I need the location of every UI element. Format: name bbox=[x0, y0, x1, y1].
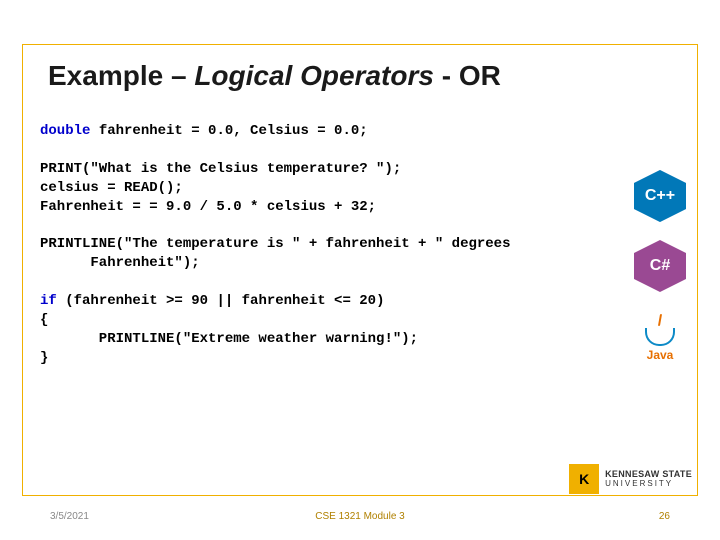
footer-page: 26 bbox=[659, 511, 670, 522]
code-l8: PRINTLINE("Extreme weather warning!"); bbox=[40, 331, 418, 347]
footer-date: 3/5/2021 bbox=[50, 511, 89, 522]
code-l9: } bbox=[40, 350, 48, 366]
footer: 3/5/2021 CSE 1321 Module 3 26 bbox=[0, 511, 720, 522]
java-cup bbox=[645, 328, 675, 346]
code-block: double fahrenheit = 0.0, Celsius = 0.0; … bbox=[40, 122, 680, 368]
code-l5b: Fahrenheit"); bbox=[40, 255, 200, 271]
title-part3: - OR bbox=[442, 60, 501, 91]
language-icons: C++ C# Java bbox=[630, 170, 690, 366]
title-part1: Example – bbox=[48, 60, 194, 91]
ksu-mark: K bbox=[569, 464, 599, 494]
java-steam bbox=[658, 314, 662, 326]
code-l4: Fahrenheit = = 9.0 / 5.0 * celsius + 32; bbox=[40, 199, 376, 215]
code-l6: (fahrenheit >= 90 || fahrenheit <= 20) bbox=[57, 293, 385, 309]
slide-title: Example – Logical Operators - OR bbox=[48, 60, 680, 92]
code-l2: PRINT("What is the Celsius temperature? … bbox=[40, 161, 401, 177]
footer-center: CSE 1321 Module 3 bbox=[315, 511, 405, 522]
code-l7: { bbox=[40, 312, 48, 328]
title-italic: Logical Operators bbox=[194, 60, 441, 91]
java-label: Java bbox=[647, 348, 674, 362]
code-l3: celsius = READ(); bbox=[40, 180, 183, 196]
kw-double: double bbox=[40, 123, 90, 139]
java-icon: Java bbox=[630, 310, 690, 366]
code-l5a: PRINTLINE("The temperature is " + fahren… bbox=[40, 236, 510, 252]
cpp-label: C++ bbox=[645, 187, 675, 205]
csharp-label: C# bbox=[650, 257, 670, 275]
cpp-icon: C++ bbox=[634, 170, 686, 222]
ksu-text: KENNESAW STATE UNIVERSITY bbox=[605, 470, 692, 489]
kw-if: if bbox=[40, 293, 57, 309]
slide: Example – Logical Operators - OR double … bbox=[0, 0, 720, 540]
ksu-line2: UNIVERSITY bbox=[605, 480, 692, 489]
csharp-icon: C# bbox=[634, 240, 686, 292]
code-l1: fahrenheit = 0.0, Celsius = 0.0; bbox=[90, 123, 367, 139]
ksu-logo: K KENNESAW STATE UNIVERSITY bbox=[569, 464, 692, 494]
